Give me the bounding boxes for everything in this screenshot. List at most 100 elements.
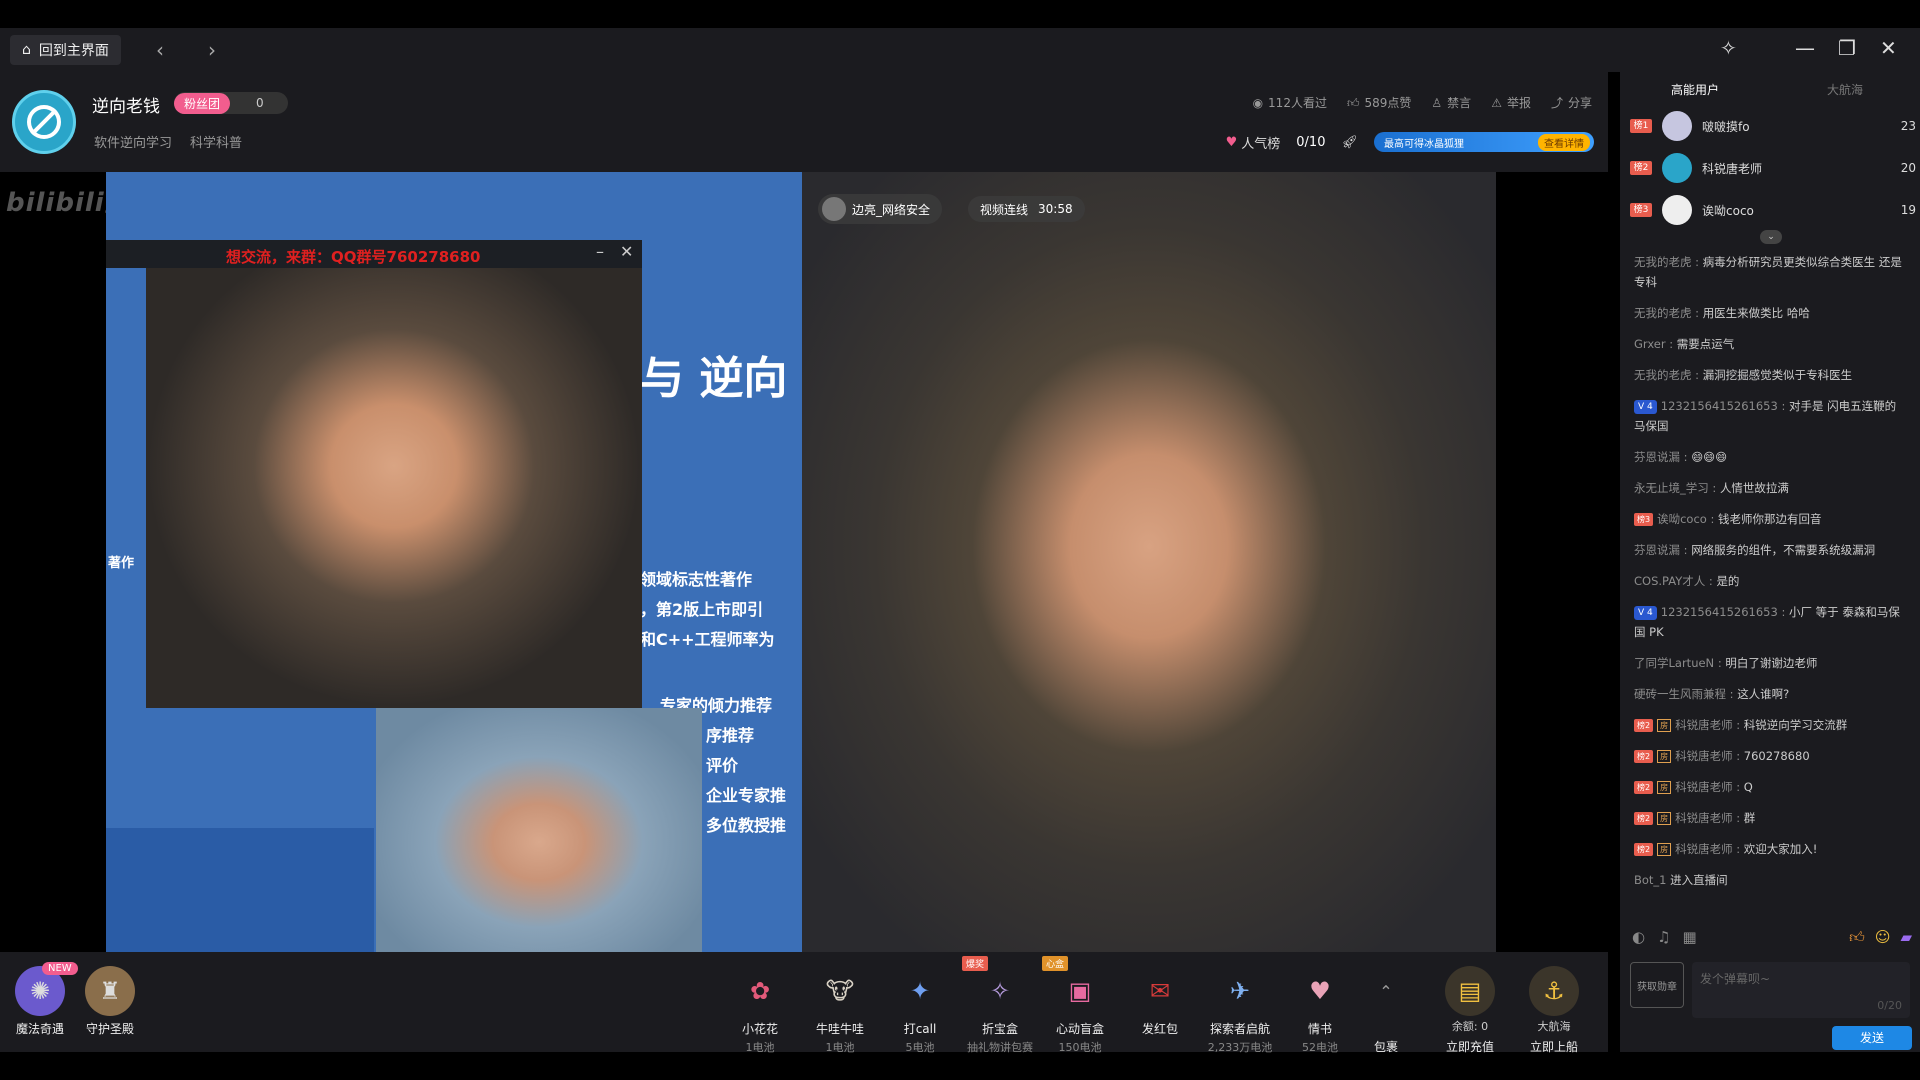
gift-item[interactable]: ✿ 小花花 1电池 [722,966,798,1055]
home-button[interactable]: ⌂ 回到主界面 [10,35,121,65]
chat-username[interactable]: 科锐唐老师 [1675,842,1733,856]
chat-message[interactable]: 榜2 房科锐唐老师 : 科锐逆向学习交流群 [1634,715,1906,735]
chat-message[interactable]: 了同学LartueN : 明白了谢谢边老师 [1634,653,1906,673]
live-video[interactable]: bilibili直播 与 逆向 著作 领域标志性著作 ，第2版上市即引 和C++… [0,172,1608,952]
chat-username[interactable]: 科锐唐老师 [1675,780,1733,794]
link-host-avatar [822,197,846,221]
chat-message[interactable]: 榜2 房科锐唐老师 : 欢迎大家加入! [1634,839,1906,859]
chat-username[interactable]: 诶呦coco [1657,512,1707,526]
chat-message[interactable]: 芬恩说漏 : 网络服务的组件，不需要系统级漏洞 [1634,540,1906,560]
gift-item[interactable]: ✉ 发红包 [1122,966,1198,1039]
chat-username[interactable]: 科锐唐老师 [1675,718,1733,732]
user-avatar [1662,195,1692,225]
recharge-button[interactable]: ▤ 余额: 0 立即充值 [1432,966,1508,1055]
pip-close-icon[interactable]: ✕ [620,242,633,261]
link-host-chip[interactable]: 边亮_网络安全 [818,194,943,224]
chat-message[interactable]: 永无止境_学习 : 人情世故拉满 [1634,478,1906,498]
like-count: 👍︎ 589点赞 [1346,96,1412,110]
share-button[interactable]: ⤴ 分享 [1551,94,1592,111]
share-icon: ⤴ [1550,96,1563,110]
pin-icon[interactable]: ✧ [1720,36,1737,60]
chat-text: 人情世故拉满 [1719,481,1789,495]
promo-banner[interactable]: 最高可得冰晶狐狸 查看详情 [1374,132,1594,152]
thumbs-up-icon[interactable]: 👍︎ [1849,928,1865,947]
danmaku-input[interactable]: 发个弹幕呗~ 0/20 [1692,962,1910,1018]
chat-text: 是的 [1716,574,1740,588]
chat-message[interactable]: V 4 1232156415261653 : 小厂 等于 泰森和马保国 PK [1634,602,1906,642]
chat-username[interactable]: 无我的老虎 [1634,306,1692,320]
pip-window-titlebar[interactable]: 想交流，来群：QQ群号760278680 – ✕ [106,240,642,268]
forward-icon[interactable]: › [208,38,216,62]
gift-item[interactable]: ▣ 心动盲盒 150电池 [1042,966,1118,1055]
close-icon[interactable]: ✕ [1880,36,1897,60]
chat-message[interactable]: Bot_1 进入直播间 [1634,870,1906,890]
fan-club-badge[interactable]: 粉丝团 0 [174,92,288,114]
room-admin-badge: 房 [1657,719,1672,732]
captain-button[interactable]: ⚓ 大航海 立即上船 [1516,966,1592,1055]
gift-guard-temple[interactable]: ♜ 守护圣殿 [72,966,148,1037]
chat-message[interactable]: 无我的老虎 : 用医生来做类比 哈哈 [1634,303,1906,323]
tag-area[interactable]: 软件逆向学习 [94,132,172,151]
emoji-icon[interactable]: ☺ [1875,928,1891,947]
back-icon[interactable]: ‹ [156,38,164,62]
chat-message[interactable]: 榜2 房科锐唐老师 : Q [1634,777,1906,797]
rules-icon[interactable]: ▦ [1683,928,1697,947]
fan-medal: 榜2 [1634,719,1654,732]
chat-username[interactable]: 科锐唐老师 [1675,749,1733,763]
love-letter-icon: ♥ [1309,977,1331,1005]
pip-minimize-icon[interactable]: – [596,242,604,261]
chat-username[interactable]: 无我的老虎 [1634,255,1692,269]
report-button[interactable]: ⚠ 举报 [1491,94,1531,111]
mute-button[interactable]: ♙ 禁言 [1431,94,1471,111]
palette-icon[interactable]: ◐ [1632,928,1645,947]
minimize-icon[interactable]: — [1795,36,1815,60]
gift-item[interactable]: ♥ 情书 52电池 [1282,966,1358,1055]
chat-message[interactable]: COS.PAY才人 : 是的 [1634,571,1906,591]
gift-item[interactable]: ✈ 探索者启航 2,233万电池 [1202,966,1278,1055]
bag-button[interactable]: ⌃ 包裹 [1348,966,1424,1055]
chat-username[interactable]: 永无止境_学习 [1634,481,1709,495]
chat-username[interactable]: 1232156415261653 [1661,605,1778,619]
restore-icon[interactable]: ❐ [1838,36,1856,60]
chat-message[interactable]: 无我的老虎 : 漏洞挖掘感觉类似于专科医生 [1634,365,1906,385]
chat-username[interactable]: 硬砖一生风雨兼程 [1634,687,1726,701]
popularity-rank-button[interactable]: ♥ 人气榜 [1226,133,1281,152]
chat-username[interactable]: 芬恩说漏 [1634,450,1680,464]
chat-message[interactable]: 硬砖一生风雨兼程 : 这人谁啊? [1634,684,1906,704]
chat-username[interactable]: 无我的老虎 [1634,368,1692,382]
chat-message[interactable]: 无我的老虎 : 病毒分析研究员更类似综合类医生 还是专科 [1634,252,1906,292]
promo-detail-button[interactable]: 查看详情 [1538,133,1590,151]
gift-item[interactable]: ✦ 打call 5电池 [882,966,958,1055]
chat-message[interactable]: Grxer : 需要点运气 [1634,334,1906,354]
chat-message[interactable]: V 4 1232156415261653 : 对手是 闪电五连鞭的 马保国 [1634,396,1906,436]
chat-message[interactable]: 榜2 房科锐唐老师 : 760278680 [1634,746,1906,766]
bell-icon[interactable]: ♫ [1657,928,1670,947]
chat-username[interactable]: 了同学LartueN [1634,656,1714,670]
top-user-3[interactable]: 榜3 诶呦coco 19 [1630,192,1916,228]
slide-line: 序推荐 [706,726,755,745]
get-medal-button[interactable]: 获取勋章 [1630,962,1684,1008]
gift-item[interactable]: 🐮︎ 牛哇牛哇 1电池 [802,966,878,1055]
tab-high-energy-users[interactable]: 高能用户 [1620,72,1770,108]
tab-captain[interactable]: 大航海 [1770,72,1920,108]
rocket-icon[interactable]: 🚀︎ [1341,135,1358,150]
chat-message[interactable]: 榜3 诶呦coco : 钱老师你那边有回音 [1634,509,1906,529]
message-icon[interactable]: ▰ [1900,928,1912,947]
chat-message[interactable]: 芬恩说漏 : 😄😄😄 [1634,447,1906,467]
chat-message[interactable]: 榜2 房科锐唐老师 : 群 [1634,808,1906,828]
streamer-avatar[interactable] [12,90,76,154]
streamer-name[interactable]: 逆向老钱 [92,92,160,117]
chat-username[interactable]: 1232156415261653 [1661,399,1778,413]
top-user-2[interactable]: 榜2 科锐唐老师 20 [1630,150,1916,186]
top-user-1[interactable]: 榜1 啵啵摸fo 23 [1630,108,1916,144]
tag-category[interactable]: 科学科普 [190,132,242,151]
send-button[interactable]: 发送 [1832,1026,1912,1050]
chevron-down-icon[interactable]: ⌄ [1760,230,1782,244]
chat-username[interactable]: COS.PAY才人 [1634,574,1705,588]
chat-username[interactable]: 科锐唐老师 [1675,811,1733,825]
gift-item[interactable]: ✧ 折宝盒 抽礼物讲包赛 [962,966,1038,1055]
chat-username[interactable]: Bot_1 [1634,873,1667,887]
chat-username[interactable]: Grxer [1634,337,1666,351]
chat-username[interactable]: 芬恩说漏 [1634,543,1680,557]
gift-magic-adventure[interactable]: ✺ 魔法奇遇 [2,966,78,1037]
